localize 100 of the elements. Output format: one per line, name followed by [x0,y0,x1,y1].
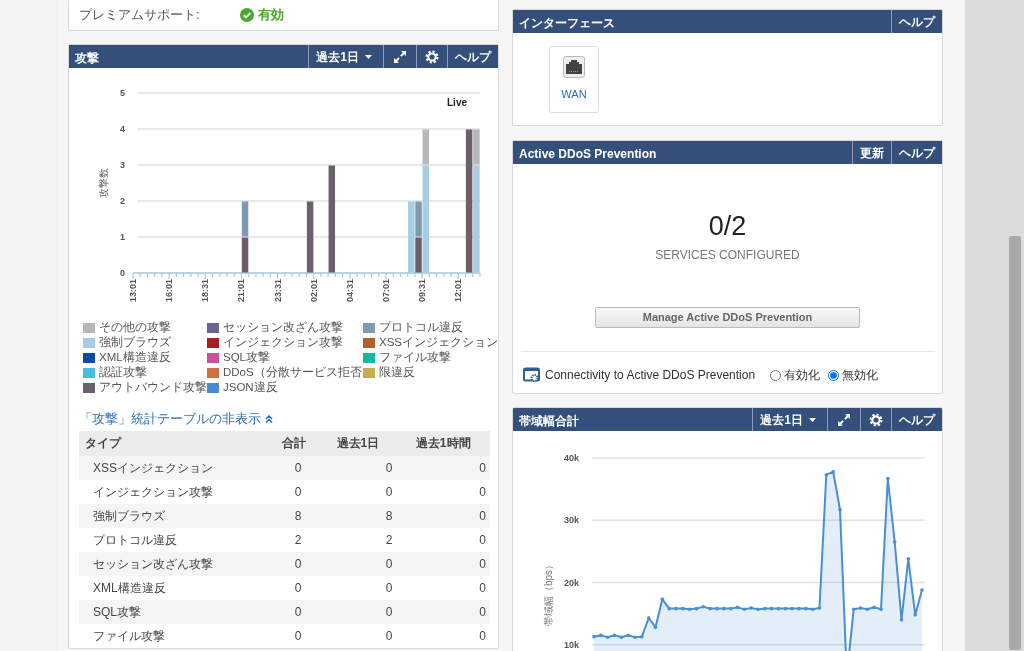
monitor-gear-icon [523,367,540,383]
panel-title: インターフェース [518,15,616,32]
table-cell: 0 [396,599,490,624]
axis-label: 30k [563,515,579,526]
table-cell: 0 [319,575,397,600]
table-cell: 強制ブラウズ [79,503,269,528]
table-cell: インジェクション攻撃 [79,479,269,504]
table-cell: 0 [269,455,320,480]
live-label: Live [447,97,467,108]
table-toggle-link[interactable]: 「攻撃」統計テーブルの非表示 [79,409,273,429]
ethernet-port-icon [563,56,585,79]
table-cell: 0 [396,551,490,576]
help-button[interactable]: ヘルプ [891,141,942,164]
radio-button[interactable] [770,369,781,381]
interface-tile[interactable]: WAN [549,46,599,113]
table-cell: SQL攻撃 [79,599,269,624]
refresh-button[interactable]: 更新 [852,141,891,164]
axis-label: 4 [120,124,125,134]
manage-button[interactable]: Manage Active DDoS Prevention [595,307,860,328]
legend-label: DDoS（分散サービス拒否 [223,365,362,380]
period-dropdown[interactable]: 過去1日 [752,408,827,431]
support-status: 有効 [257,6,284,25]
connectivity-label: Connectivity to Active DDoS Prevention [545,367,757,384]
radio-label: 有効化 [784,367,820,384]
help-button[interactable]: ヘルプ [891,408,942,431]
table-cell: XML構造違反 [79,575,269,600]
axis-label: 5 [120,88,125,98]
legend-label: その他の攻撃 [99,320,171,335]
table-cell: セッション改ざん攻撃 [79,551,269,576]
legend-label: ファイル攻撃 [379,350,451,365]
table-cell: 0 [269,575,320,600]
table-cell: 0 [396,623,490,648]
chevron-up-icon [265,414,273,423]
radio-label: 無効化 [842,367,878,384]
table-cell: プロトコル違反 [79,527,269,552]
panel-title: 攻撃 [74,50,100,67]
help-button[interactable]: ヘルプ [447,45,498,68]
chart-bar [306,201,314,273]
scrollbar-thumb[interactable] [1009,236,1021,650]
expand-icon [837,412,851,427]
expand-icon [393,49,407,64]
gear-icon [869,412,883,427]
table-cell: 0 [319,479,397,504]
table-cell: 0 [319,599,397,624]
panel-title: 帯域幅合計 [518,413,580,430]
column-header: タイプ [79,430,269,456]
axis-label: 09:31 [417,279,428,303]
table-cell: 0 [396,575,490,600]
axis-label: 12:01 [453,279,464,303]
radio-button[interactable] [828,369,839,381]
count-caption: SERVICES CONFIGURED [655,247,800,264]
table-cell: ファイル攻撃 [79,623,269,648]
table-cell: 0 [269,479,320,504]
axis-label: 2 [120,196,125,206]
period-dropdown[interactable]: 過去1日 [308,45,383,68]
table-cell: 0 [396,503,490,528]
caret-icon [809,417,816,422]
service-count: 0/2 [708,213,747,240]
axis-label: 23:31 [272,279,283,303]
table-cell: 0 [396,527,490,552]
axis-label: 04:31 [344,279,355,303]
table-cell: 0 [269,551,320,576]
legend-label: アウトバウンド攻撃 [99,380,207,395]
table-cell: 2 [319,527,397,552]
table-cell: 2 [269,527,320,552]
axis-label: 07:01 [381,279,391,303]
legend-label: インジェクション攻撃 [223,335,343,350]
caret-icon [365,54,372,59]
legend-label: XML構造違反 [99,350,171,365]
axis-title: 帯域幅（bps） [543,559,554,627]
gear-icon [425,49,439,64]
help-button[interactable]: ヘルプ [891,10,942,33]
axis-title: 攻撃数 [98,168,109,198]
legend-label: JSON違反 [223,380,278,395]
panel-title: Active DDoS Prevention [518,146,658,163]
table-cell: 0 [269,623,320,648]
axis-label: 0 [120,268,125,278]
axis-label: 1 [120,232,125,242]
axis-label: 16:01 [164,279,175,303]
legend-label: セッション改ざん攻撃 [223,320,343,335]
table-cell: 8 [269,503,320,528]
table-cell: 0 [269,599,320,624]
axis-label: 13:01 [128,279,138,303]
axis-label: 20k [563,577,579,588]
axis-label: 10k [563,639,579,650]
table-cell: 8 [319,503,397,528]
axis-label: 40k [563,453,579,463]
axis-label: 18:31 [200,279,211,303]
legend-label: 強制ブラウズ [99,335,171,350]
table-cell: 0 [319,623,397,648]
column-header: 過去1日 [319,430,397,456]
table-cell: XSSインジェクション [79,455,269,480]
axis-label: 21:01 [236,279,247,303]
support-label: プレミアムサポート: [79,6,200,25]
legend-label: プロトコル違反 [379,320,463,335]
legend-label: 限違反 [379,365,415,380]
column-header: 合計 [269,430,320,456]
table-cell: 0 [396,455,490,480]
table-cell: 0 [319,551,397,576]
table-cell: 0 [396,479,490,504]
